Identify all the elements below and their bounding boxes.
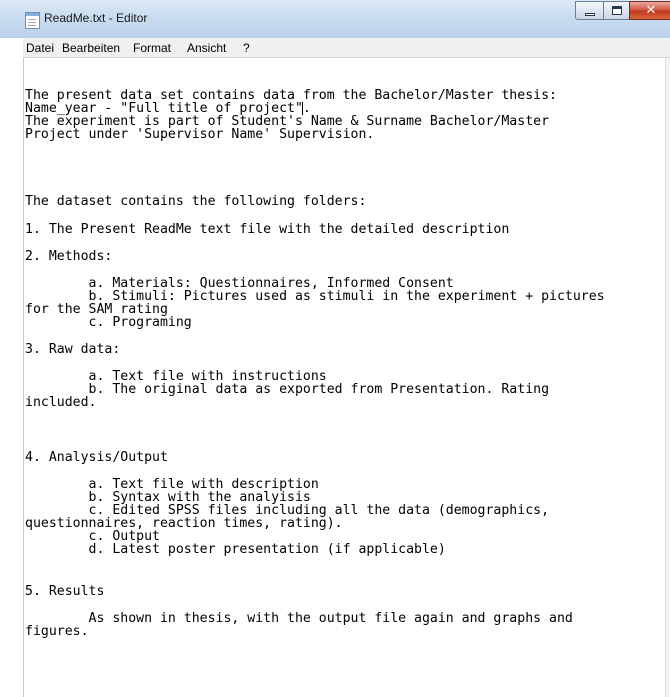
notepad-icon[interactable]: [25, 12, 40, 29]
title-bar[interactable]: ReadMe.txt - Editor ✕: [0, 0, 670, 38]
menu-bar: Datei Bearbeiten Format Ansicht ?: [23, 38, 670, 58]
vertical-scrollbar[interactable]: [665, 58, 670, 697]
text-line: As shown in thesis, with the output file…: [25, 611, 573, 626]
text-line: d. Latest poster presentation (if applic…: [25, 542, 446, 557]
text-area[interactable]: The present data set contains data from …: [23, 58, 670, 697]
text-line: 3. Raw data:: [25, 342, 121, 357]
minimize-icon: [585, 13, 595, 16]
text-line: Project under 'Supervisor Name' Supervis…: [25, 127, 375, 142]
editor-window: ReadMe.txt - Editor ✕ Datei Bearbeiten F…: [0, 0, 670, 697]
text-line: included.: [25, 395, 97, 410]
window-title: ReadMe.txt - Editor: [44, 11, 148, 25]
text-line: The dataset contains the following folde…: [25, 194, 367, 209]
text-line: 4. Analysis/Output: [25, 450, 168, 465]
text-line: figures.: [25, 624, 89, 639]
menu-bearbeiten[interactable]: Bearbeiten: [62, 41, 120, 55]
text-line: 5. Results: [25, 584, 105, 599]
text-line: c. Programing: [25, 315, 192, 330]
menu-help[interactable]: ?: [243, 41, 250, 55]
menu-ansicht[interactable]: Ansicht: [187, 41, 226, 55]
close-button[interactable]: ✕: [629, 1, 670, 20]
minimize-button[interactable]: [575, 1, 604, 20]
maximize-icon: [612, 6, 622, 15]
text-line: 1. The Present ReadMe text file with the…: [25, 222, 510, 237]
text-line: b. The original data as exported from Pr…: [25, 382, 550, 397]
text-line: 2. Methods:: [25, 249, 113, 264]
maximize-button[interactable]: [603, 1, 630, 20]
close-icon: ✕: [645, 3, 657, 18]
menu-datei[interactable]: Datei: [26, 41, 54, 55]
menu-format[interactable]: Format: [133, 41, 171, 55]
